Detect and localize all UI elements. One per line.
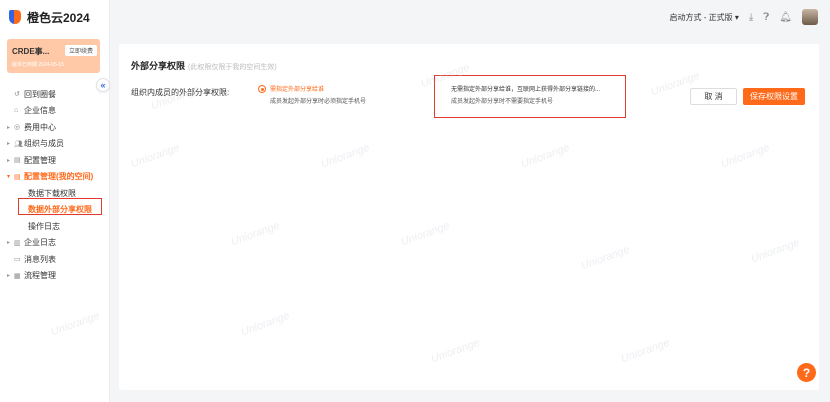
undo-icon: ↺ [14,91,20,99]
option-description: 成员发起外部分享时必须指定手机号 [270,99,367,105]
sidebar-item-label: 企业信息 [24,106,56,116]
sidebar-item-messages[interactable]: ▭ 消息列表 [0,251,110,268]
sidebar-item-org-members[interactable]: ▸ 👥︎ 组织与成员 [0,136,110,153]
app-name: 橙色云2024 [27,10,90,25]
workspace-expiry: 版本已到期 2024-05-15 [12,62,64,68]
help-circle-icon[interactable]: ❓︎ [763,12,769,23]
sidebar-item-label: 配置管理(我的空间) [24,172,94,182]
grid-icon: ▤ [14,157,21,165]
coin-icon: ◎ [14,124,21,132]
sidebar-item-label: 消息列表 [24,254,56,264]
chart-icon: ▥ [14,239,21,247]
chevron-right-icon: ▸ [7,273,11,280]
collapse-sidebar-button[interactable]: « [96,78,110,92]
sidebar-subitem-download-permission[interactable]: 数据下载权限 [0,185,110,202]
option-label: 无需指定外部分享给谁，互联网上获得外部分享链接的... [451,87,601,93]
sidebar-item-label: 流程管理 [24,271,56,281]
topbar: 启动方式 - 正式版 ▾ ⤓ ❓︎ 🔔︎ [110,0,830,34]
sidebar: 橙色云2024 CRDE事... 立即续费 版本已到期 2024-05-15 ↺… [0,0,110,402]
chevron-right-icon: ▸ [7,141,11,148]
sidebar-item-enterprise-info[interactable]: ⌂ 企业信息 [0,103,110,120]
users-icon: 👥︎ [14,140,23,148]
chevron-right-icon: ▸ [7,157,11,164]
sidebar-item-back[interactable]: ↺ 回到圈餐 [0,86,110,103]
cancel-button[interactable]: 取 消 [690,88,737,105]
sidebar-nav: ↺ 回到圈餐 ⌂ 企业信息 ▸ ◎ 费用中心 ▸ 👥︎ 组织与成员 ▸ ▤ 配置… [0,86,110,284]
home-icon: ⌂ [14,107,19,115]
chevron-down-icon: ▾ [7,174,11,181]
sidebar-item-workflow[interactable]: ▸ ▦ 流程管理 [0,268,110,285]
sidebar-item-billing[interactable]: ▸ ◎ 费用中心 [0,119,110,136]
radio-unselected[interactable] [439,85,447,93]
option-description: 成员发起外部分享时不需要指定手机号 [451,99,554,105]
sidebar-item-label: 费用中心 [24,122,56,132]
workspace-card[interactable]: CRDE事... 立即续费 版本已到期 2024-05-15 [7,39,100,73]
launch-mode-dropdown[interactable]: 启动方式 - 正式版 ▾ [670,12,739,23]
sidebar-item-label: 配置管理 [24,155,56,165]
double-chevron-left-icon: « [100,80,106,90]
grid-icon: ▤ [14,173,21,181]
message-icon: ▭ [14,256,21,264]
page-title: 外部分享权限 (此权限仅限于我的空间生效) [131,61,277,71]
sidebar-item-label: 企业日志 [24,238,56,248]
app-logo[interactable]: 橙色云2024 [0,0,109,34]
workspace-title: CRDE事... [12,47,50,56]
scope-note: (此权限仅限于我的空间生效) [188,64,277,71]
permission-card: 外部分享权限 (此权限仅限于我的空间生效) 组织内成员的外部分享权限: 需指定外部… [119,44,819,390]
sidebar-item-config-my-space[interactable]: ▾ ▤ 配置管理(我的空间) [0,169,110,186]
sidebar-item-config[interactable]: ▸ ▤ 配置管理 [0,152,110,169]
bell-icon[interactable]: 🔔︎ [779,12,792,23]
avatar[interactable] [802,9,818,25]
sidebar-item-label: 回到圈餐 [24,89,56,99]
chevron-right-icon: ▸ [7,124,11,131]
download-icon[interactable]: ⤓ [749,12,753,23]
flow-icon: ▦ [14,272,21,280]
sidebar-subitem-external-share-permission[interactable]: 数据外部分享权限 [0,202,110,219]
permission-row-label: 组织内成员的外部分享权限: [131,88,230,97]
option-label: 需指定外部分享给谁 [270,87,325,93]
sidebar-item-label: 组织与成员 [24,139,64,149]
renew-button[interactable]: 立即续费 [65,45,98,56]
sidebar-subitem-operation-log[interactable]: 操作日志 [0,218,110,235]
help-float-button[interactable]: ? [797,363,816,382]
radio-selected[interactable] [258,85,266,93]
chevron-right-icon: ▸ [7,240,11,247]
save-permission-button[interactable]: 保存权限设置 [743,88,805,105]
sidebar-item-enterprise-log[interactable]: ▸ ▥ 企业日志 [0,235,110,252]
logo-icon [9,10,21,24]
